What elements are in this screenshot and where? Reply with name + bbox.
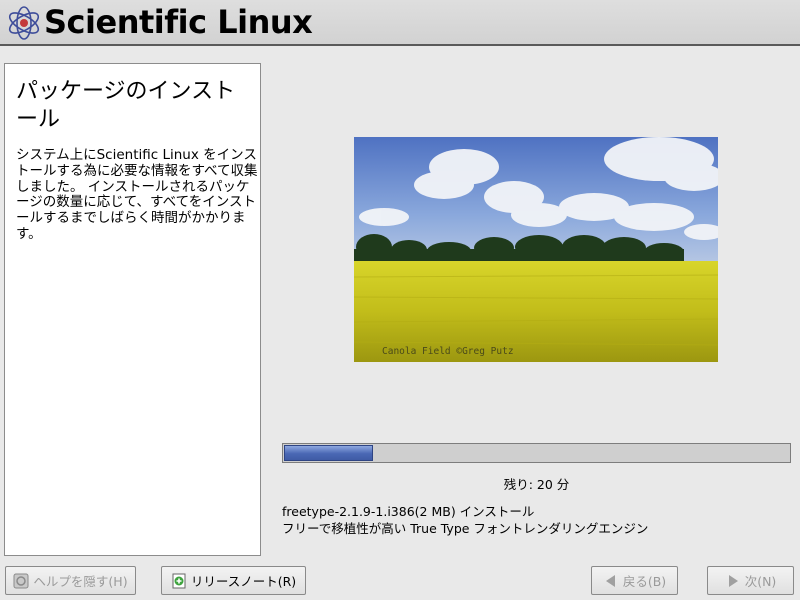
release-notes-button[interactable]: リリースノート(R)	[161, 566, 306, 595]
release-notes-icon	[172, 573, 186, 588]
release-notes-label: リリースノート(R)	[190, 574, 297, 589]
install-progress-bar	[282, 443, 791, 463]
back-label: 戻る(B)	[622, 574, 667, 589]
progress-fill	[284, 445, 373, 461]
photo-caption: Canola Field ©Greg Putz	[382, 346, 514, 357]
header-bar: Scientific Linux	[0, 0, 800, 46]
back-button[interactable]: 戻る(B)	[591, 566, 678, 595]
package-description: フリーで移植性が高い True Type フォントレンダリングエンジン	[282, 521, 649, 536]
help-title: パッケージのインストール	[16, 79, 236, 132]
hide-help-button[interactable]: ヘルプを隠す(H)	[5, 566, 136, 595]
next-arrow-icon	[728, 574, 738, 587]
time-remaining: 残り: 20 分	[503, 477, 570, 492]
hide-help-label: ヘルプを隠す(H)	[33, 574, 128, 589]
atom-logo-icon	[8, 6, 40, 40]
install-slideshow-image: Canola Field ©Greg Putz	[354, 137, 718, 362]
help-pane: パッケージのインストール システム上にScientific Linux をインス…	[4, 63, 261, 556]
next-button[interactable]: 次(N)	[707, 566, 794, 595]
help-body: システム上にScientific Linux をインストールする為に必要な情報を…	[16, 147, 258, 242]
next-label: 次(N)	[744, 574, 777, 589]
help-icon	[13, 573, 29, 588]
back-arrow-icon	[605, 574, 615, 587]
app-title: Scientific Linux	[44, 3, 313, 41]
